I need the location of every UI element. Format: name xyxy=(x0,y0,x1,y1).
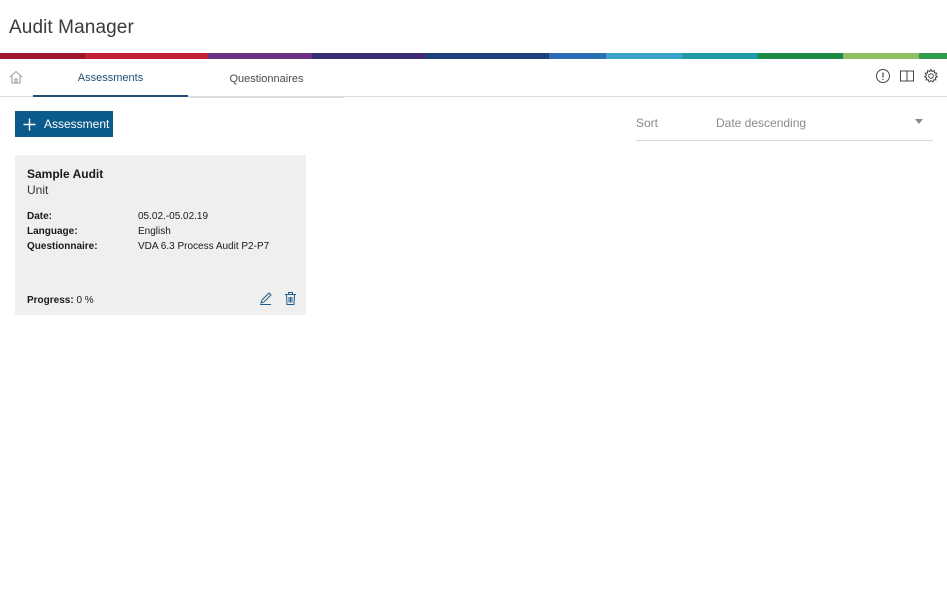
sort-value[interactable]: Date descending xyxy=(716,116,806,130)
tab-questionnaires[interactable]: Questionnaires xyxy=(189,60,344,98)
trash-icon[interactable] xyxy=(283,291,298,306)
date-value: 05.02.-05.02.19 xyxy=(138,211,209,222)
progress-value: 0 % xyxy=(76,295,94,306)
add-assessment-button[interactable]: Assessment xyxy=(15,111,113,137)
assessment-card[interactable]: Sample Audit Unit Date: 05.02.-05.02.19 … xyxy=(15,155,306,315)
plus-icon xyxy=(23,118,36,130)
language-label: Language: xyxy=(27,226,78,237)
assessment-title: Sample Audit xyxy=(27,167,104,181)
tab-bar: Assessments Questionnaires xyxy=(0,60,947,98)
language-value: English xyxy=(138,226,171,237)
gear-icon[interactable] xyxy=(923,68,939,84)
header-icons xyxy=(875,68,939,84)
add-assessment-label: Assessment xyxy=(44,117,110,131)
questionnaire-label: Questionnaire: xyxy=(27,241,98,252)
card-actions xyxy=(258,291,298,306)
sort-select[interactable]: Sort Date descending xyxy=(636,110,933,141)
tab-assessments[interactable]: Assessments xyxy=(33,60,188,97)
brand-color-strip xyxy=(0,53,947,59)
assessment-unit: Unit xyxy=(27,183,49,197)
info-icon[interactable] xyxy=(875,68,891,84)
date-label: Date: xyxy=(27,211,53,222)
progress-label: Progress: xyxy=(27,295,74,306)
book-icon[interactable] xyxy=(899,68,915,84)
sort-label: Sort xyxy=(636,116,659,130)
chevron-down-icon[interactable] xyxy=(915,119,923,124)
questionnaire-value: VDA 6.3 Process Audit P2-P7 xyxy=(138,241,270,252)
edit-icon[interactable] xyxy=(258,291,273,306)
home-icon[interactable] xyxy=(8,69,24,85)
assessment-progress: Progress: 0 % xyxy=(27,295,94,306)
app-title: Audit Manager xyxy=(9,17,134,38)
